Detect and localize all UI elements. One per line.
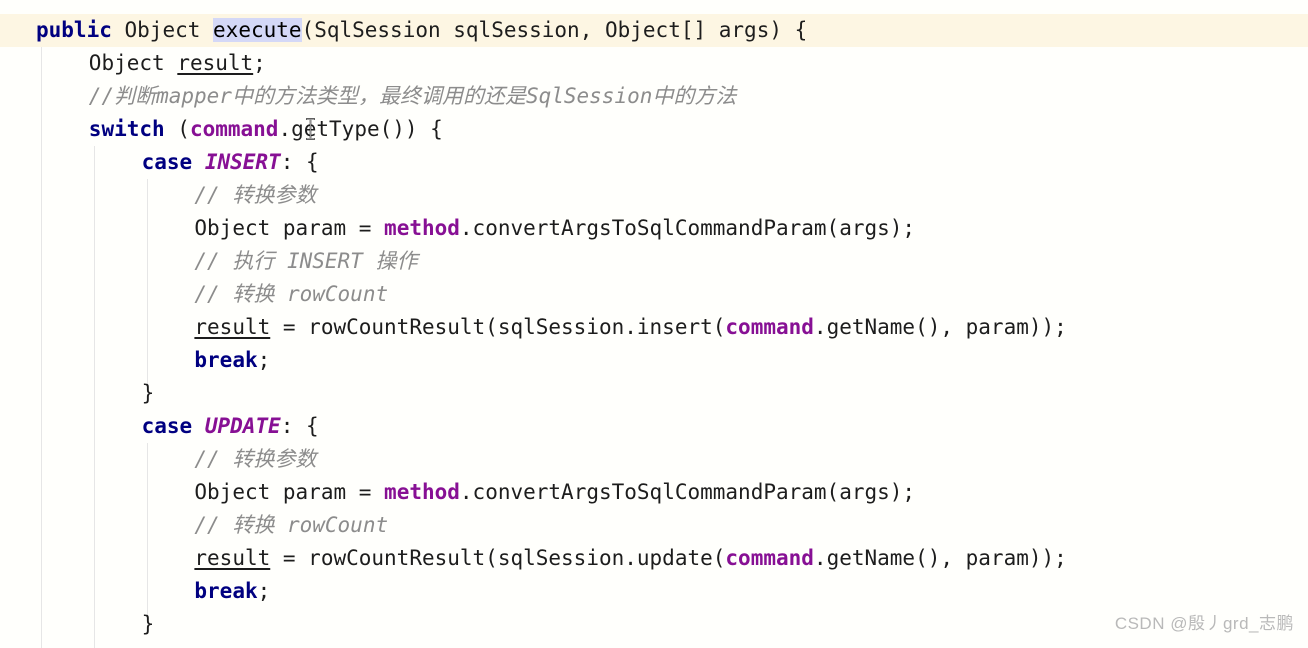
code-token: .convertArgsToSqlCommandParam(args); <box>459 216 916 240</box>
code-token: result <box>177 51 254 75</box>
code-line[interactable]: result = rowCountResult(sqlSession.updat… <box>0 542 1308 575</box>
code-line[interactable]: Object param = method.convertArgsToSqlCo… <box>0 476 1308 509</box>
code-token: Object param = <box>194 480 385 504</box>
code-token: Object param = <box>194 216 385 240</box>
code-token: result <box>194 546 271 570</box>
code-token: result <box>194 315 271 339</box>
watermark: CSDN @殷丿grd_志鹏 <box>1114 614 1294 633</box>
code-token: (SqlSession sqlSession, Object[] args) { <box>301 18 808 42</box>
code-line[interactable]: // 转换参数 <box>0 443 1308 476</box>
code-line[interactable]: switch (command.getType()) { <box>0 113 1308 146</box>
code-token: Object <box>124 18 201 42</box>
code-token: command <box>725 315 814 339</box>
code-token: method <box>384 480 460 504</box>
code-line[interactable]: // 转换 rowCount <box>0 278 1308 311</box>
code-token: // 转换 rowCount <box>194 513 389 537</box>
code-token: .getName(), param)); <box>813 546 1067 570</box>
code-line[interactable]: // 执行 INSERT 操作 <box>0 245 1308 278</box>
code-token: //判断mapper中的方法类型，最终调用的还是SqlSession中的方法 <box>88 84 737 108</box>
code-token: } <box>141 381 155 405</box>
code-token: switch <box>88 117 165 141</box>
code-line[interactable]: case UPDATE: { <box>0 410 1308 443</box>
code-token: case <box>141 150 193 174</box>
code-line[interactable]: } <box>0 377 1308 410</box>
code-token: ; <box>257 579 271 603</box>
code-token: command <box>725 546 814 570</box>
code-content[interactable]: public Object execute(SqlSession sqlSess… <box>0 14 1308 641</box>
code-token: method <box>384 216 460 240</box>
code-token: ( <box>164 117 190 141</box>
code-token: // 执行 INSERT 操作 <box>194 249 418 273</box>
code-token: ; <box>257 348 271 372</box>
code-token: public <box>36 18 112 42</box>
code-token: } <box>141 612 155 636</box>
code-token: : { <box>280 414 319 438</box>
code-line[interactable]: break; <box>0 575 1308 608</box>
code-token: // 转换参数 <box>194 447 317 471</box>
code-line[interactable]: //判断mapper中的方法类型，最终调用的还是SqlSession中的方法 <box>0 80 1308 113</box>
code-token: .getType()) { <box>278 117 443 141</box>
code-token: break <box>194 579 258 603</box>
code-line[interactable]: // 转换 rowCount <box>0 509 1308 542</box>
code-token: INSERT <box>204 150 281 174</box>
code-token: // 转换参数 <box>194 183 317 207</box>
code-token: .getName(), param)); <box>813 315 1067 339</box>
code-token: = rowCountResult(sqlSession.update( <box>270 546 726 570</box>
code-token: Object <box>88 51 178 75</box>
code-line[interactable]: break; <box>0 344 1308 377</box>
code-token: case <box>141 414 193 438</box>
code-line[interactable]: } <box>0 608 1308 641</box>
code-line[interactable]: Object param = method.convertArgsToSqlCo… <box>0 212 1308 245</box>
code-token: ; <box>253 51 266 75</box>
code-token: = rowCountResult(sqlSession.insert( <box>270 315 726 339</box>
code-line[interactable]: result = rowCountResult(sqlSession.inser… <box>0 311 1308 344</box>
code-token: // 转换 rowCount <box>194 282 389 306</box>
code-token: UPDATE <box>204 414 281 438</box>
code-line[interactable]: case INSERT: { <box>0 146 1308 179</box>
code-line[interactable]: public Object execute(SqlSession sqlSess… <box>0 14 1308 47</box>
code-token: break <box>194 348 258 372</box>
code-line[interactable]: Object result; <box>0 47 1308 80</box>
code-token: : { <box>280 150 319 174</box>
code-token: command <box>189 117 279 141</box>
code-token: execute <box>213 18 302 42</box>
code-token: .convertArgsToSqlCommandParam(args); <box>459 480 916 504</box>
code-line[interactable]: // 转换参数 <box>0 179 1308 212</box>
code-editor[interactable]: public Object execute(SqlSession sqlSess… <box>0 0 1308 648</box>
